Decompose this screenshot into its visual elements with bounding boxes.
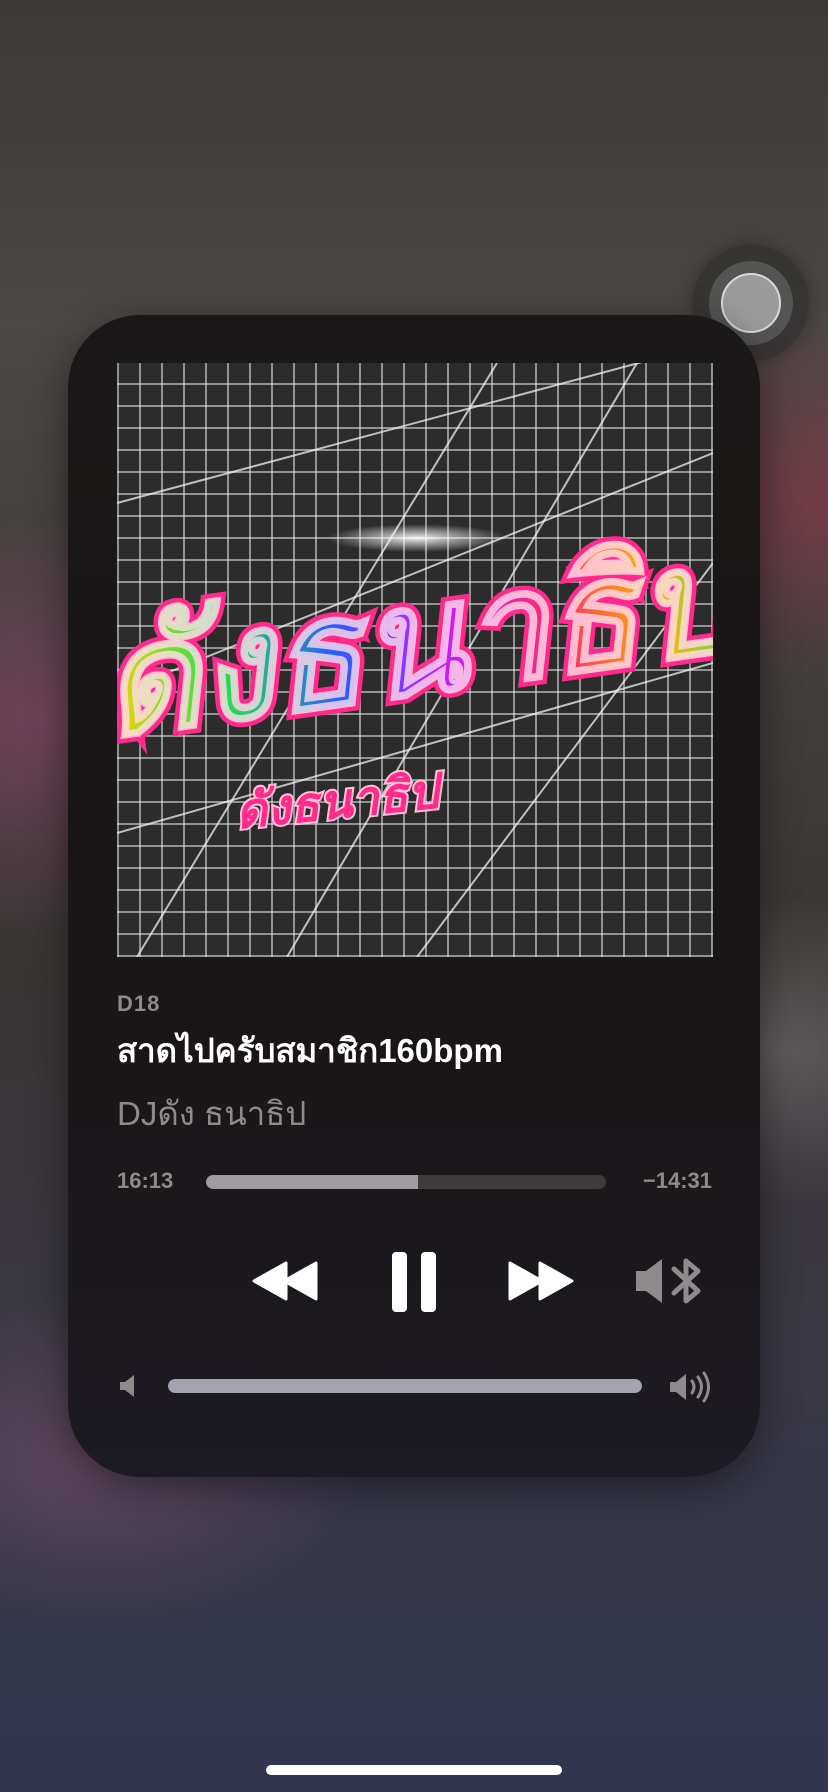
speaker-high-icon — [670, 1371, 710, 1403]
volume-slider[interactable] — [168, 1379, 642, 1393]
rewind-button[interactable] — [252, 1261, 318, 1301]
album-name: D18 — [117, 991, 161, 1016]
volume-fill — [168, 1379, 642, 1393]
fast-forward-icon — [508, 1261, 574, 1301]
progress-scrubber[interactable] — [206, 1175, 606, 1189]
audio-output-button[interactable] — [634, 1255, 706, 1307]
pause-icon — [392, 1252, 436, 1312]
pause-button[interactable] — [390, 1250, 438, 1314]
time-remaining: −14:31 — [642, 1168, 712, 1193]
volume-min — [118, 1373, 140, 1404]
time-elapsed: 16:13 — [117, 1168, 174, 1193]
artwork-small-text: ดังธนาธิป — [233, 763, 449, 841]
fast-forward-button[interactable] — [508, 1261, 574, 1301]
speaker-low-icon — [120, 1375, 134, 1397]
rewind-icon — [252, 1261, 318, 1301]
bluetooth-speaker-icon — [636, 1258, 701, 1304]
now-playing-card: ดังธนาธิป ดังธนาธิป ดังธนาธิป D18 สาดไปค… — [68, 315, 760, 1477]
volume-max — [668, 1371, 712, 1408]
artist-name: DJดัง ธนาธิป — [117, 1095, 307, 1132]
assistive-touch-dot — [721, 273, 781, 333]
artwork-graphic: ดังธนาธิป ดังธนาธิป ดังธนาธิป — [117, 363, 713, 957]
lock-screen: ดังธนาธิป ดังธนาธิป ดังธนาธิป D18 สาดไปค… — [0, 0, 828, 1792]
song-title: สาดไปครับสมาชิก160bpm — [117, 1032, 503, 1069]
album-artwork[interactable]: ดังธนาธิป ดังธนาธิป ดังธนาธิป — [117, 363, 713, 957]
home-indicator[interactable] — [266, 1765, 562, 1775]
progress-fill — [206, 1175, 418, 1189]
